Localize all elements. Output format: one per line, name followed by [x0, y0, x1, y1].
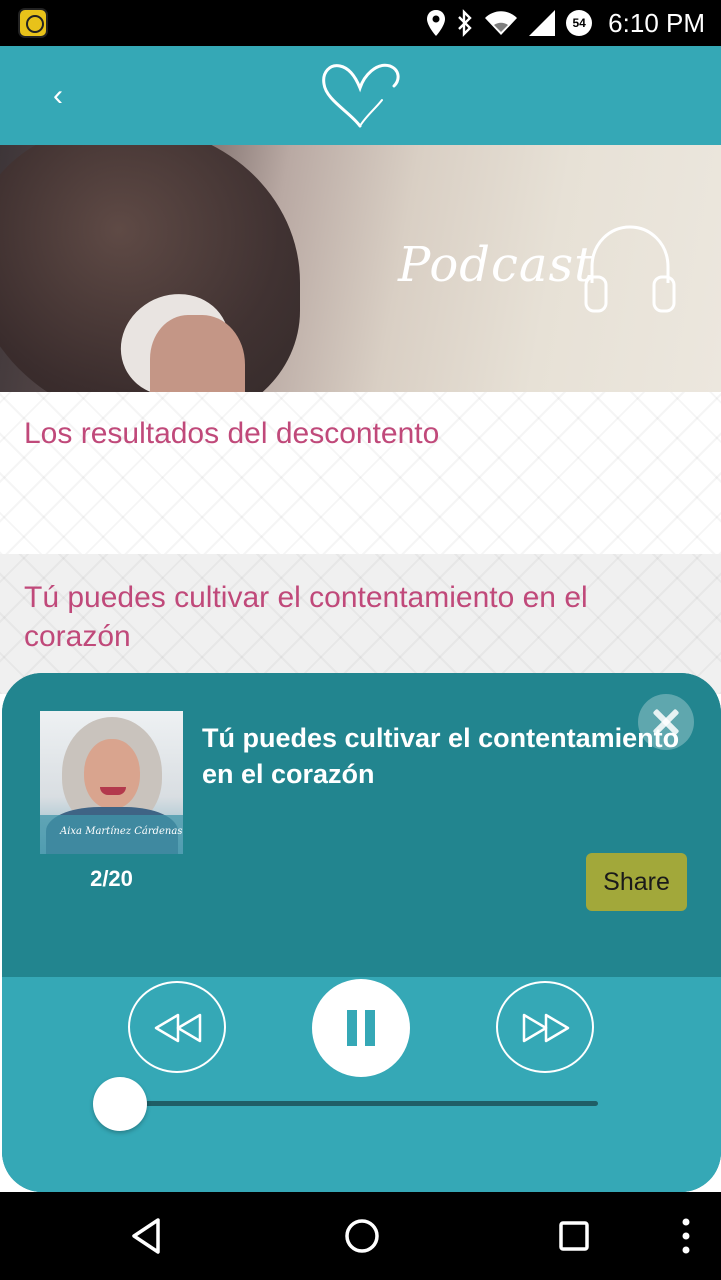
heart-logo-icon	[322, 63, 400, 128]
share-button[interactable]: Share	[586, 853, 687, 911]
more-vert-icon[interactable]	[664, 1214, 708, 1258]
fast-forward-icon	[522, 1013, 570, 1043]
status-time: 6:10 PM	[608, 7, 705, 38]
home-circle-icon[interactable]	[340, 1214, 384, 1258]
rewind-button[interactable]	[128, 981, 226, 1073]
track-title: Tú puedes cultivar el contentamiento en …	[202, 723, 680, 789]
seek-bar-thumb[interactable]	[93, 1077, 147, 1131]
app-notification-icon	[18, 8, 48, 38]
pause-icon	[347, 1010, 357, 1046]
podcast-banner: Podcast	[0, 145, 721, 392]
headphones-icon	[584, 225, 676, 313]
status-bar: 54 6:10 PM	[0, 0, 721, 46]
podcast-label: Podcast	[398, 237, 595, 293]
notification-badge: 54	[566, 10, 593, 36]
signal-icon	[529, 10, 556, 36]
artwork-caption-strip: Aixa Martínez Cárdenas	[40, 815, 183, 854]
player-controls	[2, 977, 721, 1192]
back-triangle-icon[interactable]	[126, 1214, 170, 1258]
player-info-panel: Aixa Martínez Cárdenas 2/20 Tú puedes cu…	[2, 673, 721, 977]
close-player-button[interactable]	[638, 694, 694, 750]
fast-forward-button[interactable]	[496, 981, 594, 1073]
pause-button[interactable]	[312, 979, 410, 1077]
list-item[interactable]: Los resultados del descontento	[0, 392, 721, 554]
audio-player: Aixa Martínez Cárdenas 2/20 Tú puedes cu…	[2, 673, 721, 1192]
track-counter: 2/20	[90, 866, 133, 891]
episode-title: Tú puedes cultivar el contentamiento en …	[24, 581, 588, 653]
chevron-left-icon: ‹	[53, 79, 63, 112]
location-icon	[427, 10, 446, 36]
seek-bar-track[interactable]	[120, 1101, 598, 1106]
wifi-icon	[485, 11, 518, 35]
recents-square-icon[interactable]	[552, 1214, 596, 1258]
episode-artwork: Aixa Martínez Cárdenas	[40, 711, 183, 854]
system-nav-bar	[0, 1192, 721, 1280]
back-button[interactable]: ‹	[38, 76, 78, 116]
artwork-face	[84, 739, 140, 809]
bluetooth-icon	[458, 9, 472, 37]
episode-list: Los resultados del descontento Tú puedes…	[0, 392, 721, 694]
rewind-icon	[154, 1013, 202, 1043]
artwork-caption: Aixa Martínez Cárdenas	[60, 826, 183, 837]
artwork-smile	[100, 787, 126, 795]
status-icons: 54 6:10 PM	[426, 6, 705, 40]
app-bar: ‹	[0, 46, 721, 145]
podcast-screen: 54 6:10 PM ‹ Podcast Los resultados del …	[0, 0, 721, 1280]
episode-title: Los resultados del descontento	[24, 417, 440, 450]
pause-icon-bar	[365, 1010, 375, 1046]
